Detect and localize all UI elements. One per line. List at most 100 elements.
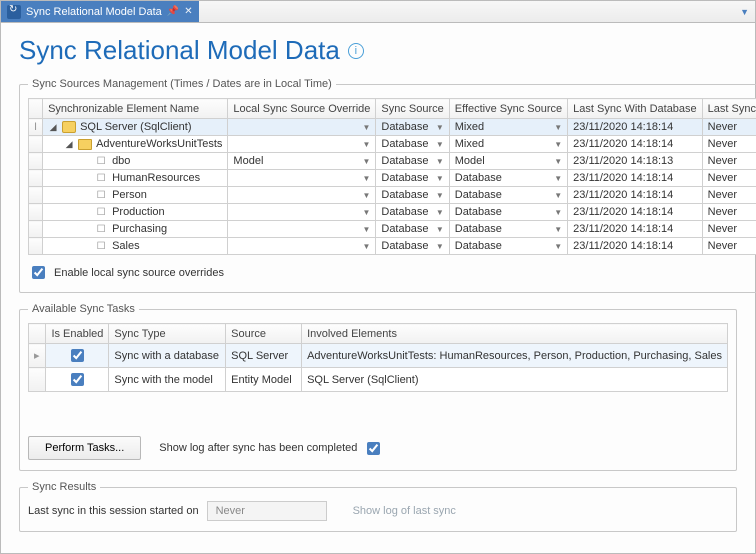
- last-sync-db: 23/11/2020 14:18:14: [568, 221, 703, 238]
- column-header[interactable]: Source: [226, 324, 302, 344]
- last-sync-db: 23/11/2020 14:18:13: [568, 153, 703, 170]
- last-sync-model: Never: [702, 221, 756, 238]
- element-name: HumanResources: [112, 172, 200, 184]
- chevron-down-icon: ▼: [436, 208, 444, 217]
- tasks-legend: Available Sync Tasks: [28, 303, 139, 315]
- last-sync-db: 23/11/2020 14:18:14: [568, 119, 703, 136]
- effective-dropdown[interactable]: Database▼: [455, 240, 562, 252]
- task-elements: SQL Server (SqlClient): [302, 368, 728, 392]
- tasks-box: Available Sync Tasks Is EnabledSync Type…: [19, 303, 737, 471]
- task-source: Entity Model: [226, 368, 302, 392]
- override-dropdown[interactable]: ▼: [233, 242, 370, 251]
- effective-dropdown[interactable]: Database▼: [455, 206, 562, 218]
- column-header[interactable]: Sync Source: [376, 99, 449, 119]
- task-enabled-checkbox[interactable]: [71, 373, 84, 386]
- sources-grid[interactable]: Synchronizable Element NameLocal Sync So…: [28, 98, 756, 255]
- sources-row[interactable]: I ◢SQL Server (SqlClient) ▼ Database▼ Mi…: [29, 119, 756, 136]
- override-dropdown[interactable]: Model▼: [233, 155, 370, 167]
- sources-row[interactable]: ◢AdventureWorksUnitTests ▼ Database▼ Mix…: [29, 136, 756, 153]
- override-dropdown[interactable]: ▼: [233, 140, 370, 149]
- column-header[interactable]: Is Enabled: [46, 324, 109, 344]
- last-sync-model: Never: [702, 187, 756, 204]
- effective-dropdown[interactable]: Model▼: [455, 155, 562, 167]
- override-dropdown[interactable]: ▼: [233, 208, 370, 217]
- sync-source-dropdown[interactable]: Database▼: [381, 121, 443, 133]
- enable-override-checkbox[interactable]: [32, 266, 45, 279]
- chevron-down-icon: ▼: [436, 225, 444, 234]
- task-enabled-checkbox[interactable]: [71, 349, 84, 362]
- tabbar-menu[interactable]: ▼: [740, 1, 755, 22]
- row-selector[interactable]: [29, 368, 46, 392]
- row-selector[interactable]: [29, 170, 43, 187]
- effective-dropdown[interactable]: Mixed▼: [455, 138, 562, 150]
- pin-icon[interactable]: 📌: [167, 6, 179, 17]
- tab-title: Sync Relational Model Data: [26, 6, 162, 18]
- effective-dropdown[interactable]: Database▼: [455, 223, 562, 235]
- row-selector[interactable]: [29, 187, 43, 204]
- column-header[interactable]: Last Sync With Database: [568, 99, 703, 119]
- row-selector[interactable]: ▸: [29, 344, 46, 368]
- sync-source-dropdown[interactable]: Database▼: [381, 155, 443, 167]
- column-header[interactable]: Last Sync With Model: [702, 99, 756, 119]
- sources-row[interactable]: ☐Sales ▼ Database▼ Database▼ 23/11/2020 …: [29, 238, 756, 255]
- chevron-down-icon: ▼: [554, 208, 562, 217]
- effective-dropdown[interactable]: Database▼: [455, 189, 562, 201]
- task-type: Sync with a database: [109, 344, 226, 368]
- sources-row[interactable]: ☐HumanResources ▼ Database▼ Database▼ 23…: [29, 170, 756, 187]
- task-row[interactable]: Sync with the model Entity Model SQL Ser…: [29, 368, 728, 392]
- row-selector[interactable]: [29, 136, 43, 153]
- show-log-checkbox[interactable]: [367, 442, 380, 455]
- override-dropdown[interactable]: ▼: [233, 225, 370, 234]
- column-header[interactable]: Local Sync Source Override: [228, 99, 376, 119]
- task-elements: AdventureWorksUnitTests: HumanResources,…: [302, 344, 728, 368]
- chevron-down-icon: ▼: [554, 174, 562, 183]
- sources-row[interactable]: ☐Production ▼ Database▼ Database▼ 23/11/…: [29, 204, 756, 221]
- expander-icon[interactable]: ◢: [48, 122, 58, 133]
- element-name: Sales: [112, 240, 140, 252]
- override-dropdown[interactable]: ▼: [233, 174, 370, 183]
- sync-source-dropdown[interactable]: Database▼: [381, 138, 443, 150]
- chevron-down-icon: ▼: [436, 242, 444, 251]
- chevron-down-icon: ▼: [362, 225, 370, 234]
- row-selector[interactable]: I: [29, 119, 43, 136]
- row-selector[interactable]: [29, 153, 43, 170]
- sources-row[interactable]: ☐Person ▼ Database▼ Database▼ 23/11/2020…: [29, 187, 756, 204]
- last-sync-value: Never: [207, 501, 327, 521]
- sync-source-dropdown[interactable]: Database▼: [381, 189, 443, 201]
- sync-source-dropdown[interactable]: Database▼: [381, 206, 443, 218]
- chevron-down-icon: ▼: [554, 191, 562, 200]
- window-tab[interactable]: Sync Relational Model Data 📌 ✕: [1, 1, 199, 22]
- effective-dropdown[interactable]: Mixed▼: [455, 121, 562, 133]
- row-header: [29, 324, 46, 344]
- info-icon[interactable]: i: [348, 43, 364, 59]
- sync-icon: [7, 5, 21, 19]
- row-selector[interactable]: [29, 221, 43, 238]
- row-selector[interactable]: [29, 204, 43, 221]
- element-name: Person: [112, 189, 147, 201]
- schema-icon: ☐: [94, 156, 108, 166]
- row-selector[interactable]: [29, 238, 43, 255]
- column-header[interactable]: Effective Sync Source: [449, 99, 567, 119]
- override-dropdown[interactable]: ▼: [233, 191, 370, 200]
- task-row[interactable]: ▸ Sync with a database SQL Server Advent…: [29, 344, 728, 368]
- sources-row[interactable]: ☐dbo Model▼ Database▼ Model▼ 23/11/2020 …: [29, 153, 756, 170]
- chevron-down-icon: ▼: [740, 7, 749, 17]
- sync-source-dropdown[interactable]: Database▼: [381, 240, 443, 252]
- sources-row[interactable]: ☐Purchasing ▼ Database▼ Database▼ 23/11/…: [29, 221, 756, 238]
- effective-dropdown[interactable]: Database▼: [455, 172, 562, 184]
- column-header[interactable]: Synchronizable Element Name: [43, 99, 228, 119]
- sync-source-dropdown[interactable]: Database▼: [381, 172, 443, 184]
- tasks-grid[interactable]: Is EnabledSync TypeSourceInvolved Elemen…: [28, 323, 728, 392]
- chevron-down-icon: ▼: [362, 157, 370, 166]
- schema-icon: ☐: [94, 224, 108, 234]
- close-icon[interactable]: ✕: [184, 6, 192, 17]
- override-dropdown[interactable]: ▼: [233, 123, 370, 132]
- column-header[interactable]: Involved Elements: [302, 324, 728, 344]
- chevron-down-icon: ▼: [362, 140, 370, 149]
- sync-source-dropdown[interactable]: Database▼: [381, 223, 443, 235]
- perform-tasks-button[interactable]: Perform Tasks...: [28, 436, 141, 460]
- expander-icon[interactable]: ◢: [64, 139, 74, 150]
- chevron-down-icon: ▼: [362, 208, 370, 217]
- show-last-log-button[interactable]: Show log of last sync: [353, 505, 456, 517]
- column-header[interactable]: Sync Type: [109, 324, 226, 344]
